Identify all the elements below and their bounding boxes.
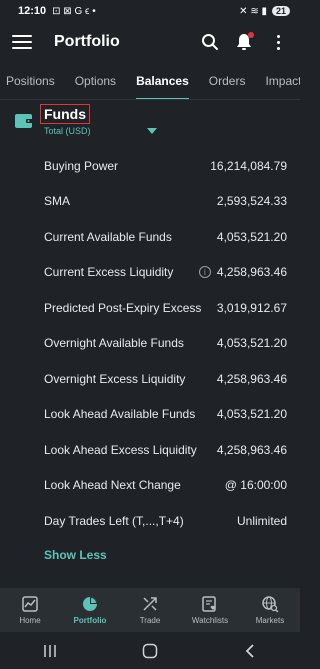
balance-row-current-available-funds: Current Available Funds 4,053,521.20 [0, 219, 300, 255]
more-options-icon[interactable] [268, 32, 288, 52]
watchlist-heart-icon [202, 596, 216, 612]
funds-header: Funds Total (USD) [0, 100, 300, 145]
wallet-icon [15, 114, 33, 128]
battery-icon: 21 [271, 6, 290, 16]
balance-row-predicted-post-expiry-excess: Predicted Post-Expiry Excess 3,019,912.6… [0, 290, 300, 326]
tab-positions[interactable]: Positions [0, 62, 65, 99]
nav-label: Markets [255, 616, 285, 625]
home-button-icon[interactable] [130, 639, 170, 663]
nav-portfolio[interactable]: Portfolio [60, 595, 120, 625]
bottom-navigation: Home Portfolio Trade Watchlists Markets [0, 588, 300, 632]
balance-row-overnight-excess-liquidity: Overnight Excess Liquidity 4,258,963.46 [0, 361, 300, 397]
balance-row-look-ahead-available-funds: Look Ahead Available Funds 4,053,521.20 [0, 397, 300, 433]
portfolio-tabs: Positions Options Balances Orders Impact… [0, 62, 300, 100]
pie-chart-icon [83, 597, 97, 611]
signal-wifi-icons: ✕ ≋ ▮ [239, 5, 267, 17]
hamburger-menu-icon[interactable] [12, 35, 32, 49]
balance-row-buying-power: Buying Power 16,214,084.79 [0, 148, 300, 184]
nav-label: Trade [139, 616, 161, 625]
nav-label: Watchlists [191, 616, 229, 625]
status-time: 12:10 [18, 5, 47, 17]
row-label: Overnight Available Funds [44, 336, 184, 351]
row-value: 4,053,521.20 [216, 229, 287, 244]
row-label: SMA [44, 194, 71, 209]
page-title: Portfolio [54, 33, 120, 50]
chevron-down-icon[interactable] [147, 128, 157, 134]
balance-row-sma: SMA 2,593,524.33 [0, 184, 300, 220]
row-label: Look Ahead Excess Liquidity [44, 442, 197, 457]
balances-list: Buying Power 16,214,084.79 SMA 2,593,524… [0, 148, 300, 539]
balance-row-look-ahead-excess-liquidity: Look Ahead Excess Liquidity 4,258,963.46 [0, 432, 300, 468]
status-bar: 12:10 ⊡ ⊠ G ϵ • ✕ ≋ ▮ 21 [0, 0, 300, 22]
balance-row-day-trades-left: Day Trades Left (T,...,T+4) Unlimited [0, 503, 300, 539]
system-icons: ✕ ≋ ▮ 21 [239, 6, 290, 17]
info-icon[interactable]: i [198, 266, 211, 279]
notification-icons: ⊡ ⊠ G ϵ • [52, 5, 96, 17]
row-value: 4,258,963.46 [216, 265, 287, 280]
row-label: Current Excess Liquidity [44, 265, 174, 280]
nav-label: Portfolio [73, 616, 107, 625]
trade-arrows-icon [143, 597, 157, 611]
row-value: 4,258,963.46 [216, 442, 287, 457]
row-value: 3,019,912.67 [216, 300, 287, 315]
back-icon[interactable] [230, 639, 270, 663]
row-label: Look Ahead Next Change [44, 478, 181, 493]
row-value: 16,214,084.79 [210, 158, 287, 173]
tab-options[interactable]: Options [65, 62, 126, 99]
row-label: Predicted Post-Expiry Excess [44, 300, 202, 315]
balance-row-current-excess-liquidity: Current Excess Liquidity i 4,258,963.46 [0, 255, 300, 291]
bell-icon[interactable] [234, 32, 254, 52]
tab-orders[interactable]: Orders [199, 62, 256, 99]
recent-apps-icon[interactable] [30, 639, 70, 663]
row-label: Overnight Excess Liquidity [44, 371, 186, 386]
row-label: Day Trades Left (T,...,T+4) [44, 513, 184, 528]
currency-selector[interactable]: Total (USD) [44, 126, 91, 136]
row-value: 4,053,521.20 [216, 407, 287, 422]
balance-row-overnight-available-funds: Overnight Available Funds 4,053,521.20 [0, 326, 300, 362]
globe-search-icon [262, 596, 279, 613]
notification-dot [248, 32, 254, 38]
row-label: Buying Power [44, 158, 119, 173]
row-value: 4,053,521.20 [216, 336, 287, 351]
nav-home[interactable]: Home [0, 595, 60, 625]
app-bar: Portfolio [0, 22, 300, 62]
funds-title: Funds [40, 104, 90, 124]
home-chart-icon [22, 596, 38, 612]
row-value: @ 16:00:00 [224, 478, 287, 493]
tab-impact-lens[interactable]: Impact Len [255, 62, 300, 99]
nav-label: Home [19, 616, 41, 625]
row-value: 2,593,524.33 [216, 194, 287, 209]
row-value: Unlimited [236, 513, 287, 528]
show-less-link[interactable]: Show Less [44, 548, 107, 562]
nav-markets[interactable]: Markets [240, 595, 300, 625]
row-value: 4,258,963.46 [216, 371, 287, 386]
nav-watchlists[interactable]: Watchlists [180, 595, 240, 625]
row-label: Look Ahead Available Funds [44, 407, 196, 422]
search-icon[interactable] [200, 32, 220, 52]
tab-balances[interactable]: Balances [126, 62, 199, 99]
nav-trade[interactable]: Trade [120, 595, 180, 625]
row-label: Current Available Funds [44, 229, 172, 244]
balance-row-look-ahead-next-change: Look Ahead Next Change @ 16:00:00 [0, 468, 300, 504]
system-navigation [0, 632, 300, 669]
